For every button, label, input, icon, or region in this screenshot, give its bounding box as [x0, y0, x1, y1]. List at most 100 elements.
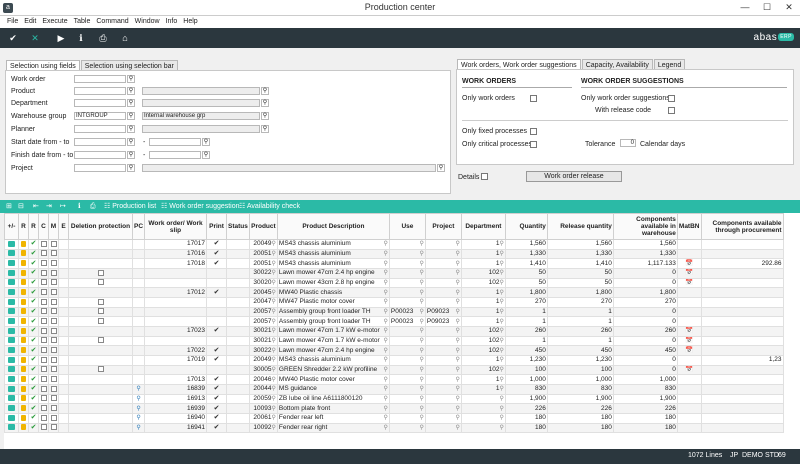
first-icon[interactable]: ⇤: [33, 202, 39, 211]
pin-icon[interactable]: ⚲: [456, 260, 460, 268]
pin-icon[interactable]: ⚲: [456, 424, 460, 432]
pin-icon[interactable]: ⚲: [456, 279, 460, 287]
work-order-cell[interactable]: 17022: [144, 345, 208, 357]
work-order-cell[interactable]: [144, 306, 208, 318]
work-order-cell[interactable]: [144, 316, 208, 328]
pin-icon[interactable]: ⚲: [384, 386, 388, 394]
calendar-icon[interactable]: 📅: [685, 260, 693, 267]
collapse-icon[interactable]: ⊟: [18, 202, 24, 211]
last-icon[interactable]: ⇥: [46, 202, 52, 211]
table-row[interactable]: ✔ 17019 ✔ 20049 ⚲ MS43 chassis aluminium ⚲ ⚲ ⚲ 1 …: [4, 355, 784, 366]
pin-icon[interactable]: ⚲: [500, 366, 504, 374]
details-checkbox[interactable]: [481, 173, 488, 180]
pin-icon[interactable]: ⚲: [272, 318, 276, 326]
deletion-checkbox[interactable]: [97, 337, 104, 344]
work-order-cell[interactable]: 16939: [144, 403, 208, 415]
column-header[interactable]: Components available through procurement: [700, 213, 784, 240]
release-quantity-cell[interactable]: 830: [546, 384, 614, 395]
pin-icon[interactable]: ⚲: [500, 328, 504, 336]
product-cell[interactable]: 20059 ⚲: [248, 393, 278, 405]
pin-icon[interactable]: ⚲: [420, 298, 424, 306]
pin-icon[interactable]: ⚲: [420, 240, 424, 248]
deletion-checkbox[interactable]: [97, 317, 104, 324]
pin-icon[interactable]: ⚲: [500, 240, 504, 248]
work-order-cell[interactable]: [144, 277, 208, 289]
table-row[interactable]: ✔ 17018 ✔ 20051 ⚲ MS43 chassis aluminium ⚲ ⚲ ⚲ 1 …: [4, 258, 784, 269]
doc-icon[interactable]: [50, 385, 57, 392]
column-header[interactable]: Project: [424, 213, 462, 240]
table-row[interactable]: ✔ 17022 ✔ 30022 ⚲ Lawn mower 47cm 2.4 hp engi…: [4, 345, 784, 357]
column-header[interactable]: Release quantity: [546, 213, 614, 240]
pin-icon[interactable]: ⚲: [272, 424, 276, 432]
product-cell[interactable]: 20061 ⚲: [248, 413, 278, 424]
work-order-cell[interactable]: 17016: [144, 248, 208, 260]
release-quantity-cell[interactable]: 270: [546, 297, 614, 308]
pin-icon[interactable]: ⚲: [384, 415, 388, 423]
release-quantity-cell[interactable]: 180: [546, 413, 614, 424]
doc-icon[interactable]: [40, 259, 47, 266]
only-suggestions-checkbox[interactable]: [668, 95, 675, 102]
table-row[interactable]: ✔ 17016 ✔ 20051 ⚲ MS43 chassis aluminium ⚲ ⚲ ⚲ 1 …: [4, 248, 784, 260]
release-quantity-cell[interactable]: 1,900: [546, 393, 614, 405]
pin-icon[interactable]: ⚲: [456, 269, 460, 277]
doc-icon[interactable]: [50, 279, 57, 286]
release-quantity-cell[interactable]: 180: [546, 422, 614, 434]
folder-icon[interactable]: [8, 298, 15, 305]
work-order-cell[interactable]: 16913: [144, 393, 208, 405]
pin-icon[interactable]: ⚲: [272, 250, 276, 258]
pin-icon[interactable]: ⚲: [384, 337, 388, 345]
maximize-icon[interactable]: ☐: [756, 0, 778, 16]
search-icon[interactable]: ⚲: [261, 112, 269, 120]
work-order-input[interactable]: [74, 75, 126, 83]
pin-icon[interactable]: ⚲: [384, 318, 388, 326]
menu-item-window[interactable]: Window: [132, 16, 163, 28]
search-icon[interactable]: ⚲: [127, 164, 135, 172]
pin-icon[interactable]: ⚲: [384, 366, 388, 374]
table-row[interactable]: ✔ 17023 ✔ 30021 ⚲ Lawn mower 47cm 1.7 kW e-mo…: [4, 326, 784, 337]
release-quantity-cell[interactable]: 1,330: [546, 248, 614, 260]
pin-icon[interactable]: ⚲: [272, 357, 276, 365]
work-order-cell[interactable]: 17023: [144, 326, 208, 337]
menu-item-table[interactable]: Table: [71, 16, 94, 28]
close-icon[interactable]: ✕: [778, 0, 800, 16]
warehouse-group-input[interactable]: INTGROUP: [74, 112, 126, 120]
pin-icon[interactable]: ⚲: [500, 308, 504, 316]
doc-icon[interactable]: [50, 308, 57, 315]
menu-item-execute[interactable]: Execute: [39, 16, 70, 28]
product-cell[interactable]: 20057 ⚲: [248, 316, 278, 328]
work-order-cell[interactable]: 17013: [144, 374, 208, 386]
pin-icon[interactable]: ⚲: [456, 240, 460, 248]
cancel-icon[interactable]: ✕: [26, 30, 44, 46]
release-quantity-cell[interactable]: 1,230: [546, 355, 614, 366]
pin-icon[interactable]: ⚲: [384, 328, 388, 336]
pin-icon[interactable]: ⚲: [420, 424, 424, 432]
folder-icon[interactable]: [8, 240, 15, 247]
menu-item-help[interactable]: Help: [180, 16, 200, 28]
release-quantity-cell[interactable]: 1: [546, 335, 614, 347]
pin-icon[interactable]: ⚲: [500, 415, 504, 423]
pin-icon[interactable]: ⚲: [384, 405, 388, 413]
doc-icon[interactable]: [50, 395, 57, 402]
column-header[interactable]: Print: [206, 213, 228, 240]
pin-icon[interactable]: ⚲: [272, 328, 276, 336]
pin-icon[interactable]: ⚲: [456, 337, 460, 345]
release-quantity-cell[interactable]: 100: [546, 364, 614, 376]
folder-icon[interactable]: [8, 385, 15, 392]
doc-icon[interactable]: [40, 366, 47, 373]
column-header[interactable]: Product: [248, 213, 278, 240]
menu-item-file[interactable]: File: [4, 16, 21, 28]
calendar-icon[interactable]: ⚲: [202, 138, 210, 146]
play-icon[interactable]: ▶: [52, 30, 70, 46]
start-date-to-input[interactable]: [149, 138, 201, 146]
work-order-cell[interactable]: 17019: [144, 355, 208, 366]
table-row[interactable]: ✔ ⚲ 16940 ✔ 20061 ⚲ Fender rear left ⚲ ⚲ ⚲ ⚲ 180 18…: [4, 413, 784, 424]
search-icon[interactable]: ⚲: [127, 112, 135, 120]
product-cell[interactable]: 20049 ⚲: [248, 355, 278, 366]
product-cell[interactable]: 10092 ⚲: [248, 422, 278, 434]
pin-icon[interactable]: ⚲: [384, 279, 388, 287]
deletion-checkbox[interactable]: [97, 308, 104, 315]
pin-icon[interactable]: ⚲: [384, 269, 388, 277]
product-cell[interactable]: 30022 ⚲: [248, 268, 278, 279]
doc-icon[interactable]: [50, 298, 57, 305]
doc-icon[interactable]: [40, 269, 47, 276]
